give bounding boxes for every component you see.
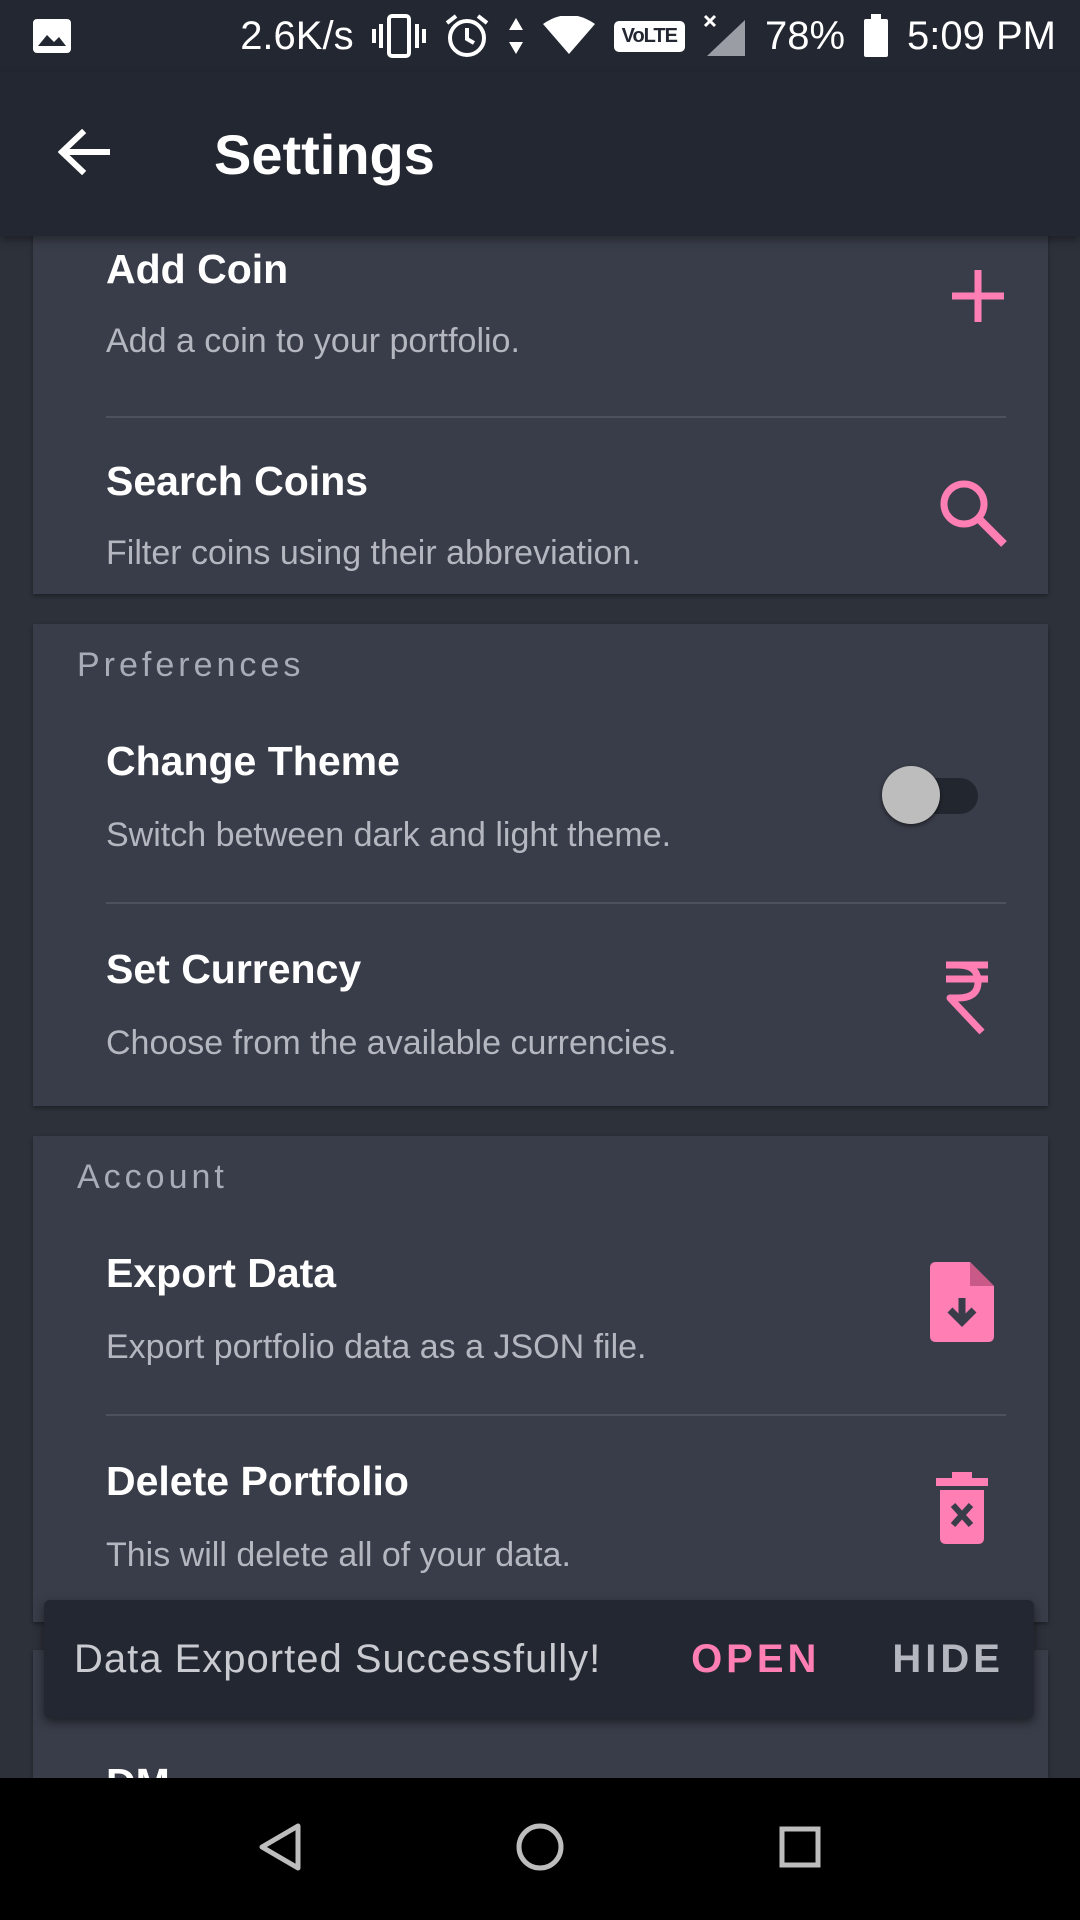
wifi-icon [542, 16, 596, 56]
back-triangle-icon [258, 1822, 302, 1877]
file-download-icon [930, 1262, 994, 1342]
export-data-title: Export Data [106, 1250, 337, 1296]
account-header: Account [77, 1158, 228, 1196]
toggle-thumb [882, 766, 940, 824]
back-button[interactable] [34, 104, 134, 204]
battery-icon [863, 14, 889, 58]
delete-portfolio-row[interactable]: Delete Portfolio This will delete all of… [33, 1416, 1048, 1622]
set-currency-title: Set Currency [106, 946, 362, 992]
add-coin-title: Add Coin [106, 246, 289, 292]
arrow-left-icon [57, 128, 111, 180]
change-theme-subtitle: Switch between dark and light theme. [106, 816, 672, 854]
navigation-bar [0, 1778, 1080, 1920]
rupee-icon [942, 960, 992, 1036]
data-arrows-icon [508, 16, 524, 56]
export-data-row[interactable]: Export Data Export portfolio data as a J… [33, 1216, 1048, 1422]
status-bar: 2.6K/s VoLTE 78% 5:09 PM [0, 0, 1080, 72]
theme-toggle[interactable] [882, 758, 978, 824]
snackbar: Data Exported Successfully! OPEN HIDE [44, 1600, 1034, 1718]
search-icon [936, 476, 1008, 548]
delete-portfolio-subtitle: This will delete all of your data. [106, 1536, 571, 1574]
search-coins-subtitle: Filter coins using their abbreviation. [106, 534, 641, 572]
nav-back-button[interactable] [230, 1799, 330, 1899]
nav-home-button[interactable] [490, 1799, 590, 1899]
vibrate-icon [371, 14, 426, 58]
add-coin-subtitle: Add a coin to your portfolio. [106, 322, 520, 360]
account-card: Account Export Data Export portfolio dat… [33, 1136, 1048, 1622]
alarm-icon [444, 13, 490, 59]
preferences-card: Preferences Change Theme Switch between … [33, 624, 1048, 1106]
settings-list[interactable]: Add Coin Add a coin to your portfolio. S… [0, 236, 1080, 1778]
plus-icon [948, 266, 1008, 326]
recents-square-icon [778, 1825, 822, 1874]
snackbar-message: Data Exported Successfully! [74, 1636, 602, 1681]
app-bar: Settings [0, 72, 1080, 236]
signal-icon [703, 14, 747, 58]
change-theme-title: Change Theme [106, 738, 400, 784]
snackbar-open-button[interactable]: OPEN [691, 1637, 820, 1682]
image-icon [32, 18, 72, 54]
search-coins-title: Search Coins [106, 458, 369, 504]
clock: 5:09 PM [907, 13, 1056, 58]
home-circle-icon [515, 1822, 565, 1877]
trash-icon [936, 1472, 988, 1544]
preferences-header: Preferences [77, 646, 305, 684]
set-currency-row[interactable]: Set Currency Choose from the available c… [33, 904, 1048, 1106]
export-data-subtitle: Export portfolio data as a JSON file. [106, 1328, 647, 1366]
change-theme-row[interactable]: Change Theme Switch between dark and lig… [33, 704, 1048, 910]
nav-recents-button[interactable] [750, 1799, 850, 1899]
set-currency-subtitle: Choose from the available currencies. [106, 1024, 677, 1062]
general-card: Add Coin Add a coin to your portfolio. S… [33, 236, 1048, 594]
network-speed: 2.6K/s [240, 13, 354, 58]
volte-badge: VoLTE [613, 20, 685, 52]
next-card-title: DM [106, 1760, 170, 1778]
search-coins-row[interactable]: Search Coins Filter coins using their ab… [33, 418, 1048, 594]
delete-portfolio-title: Delete Portfolio [106, 1458, 409, 1504]
page-title: Settings [214, 122, 435, 186]
add-coin-row[interactable]: Add Coin Add a coin to your portfolio. [33, 236, 1048, 416]
snackbar-hide-button[interactable]: HIDE [892, 1637, 1004, 1682]
battery-percent: 78% [764, 13, 846, 58]
